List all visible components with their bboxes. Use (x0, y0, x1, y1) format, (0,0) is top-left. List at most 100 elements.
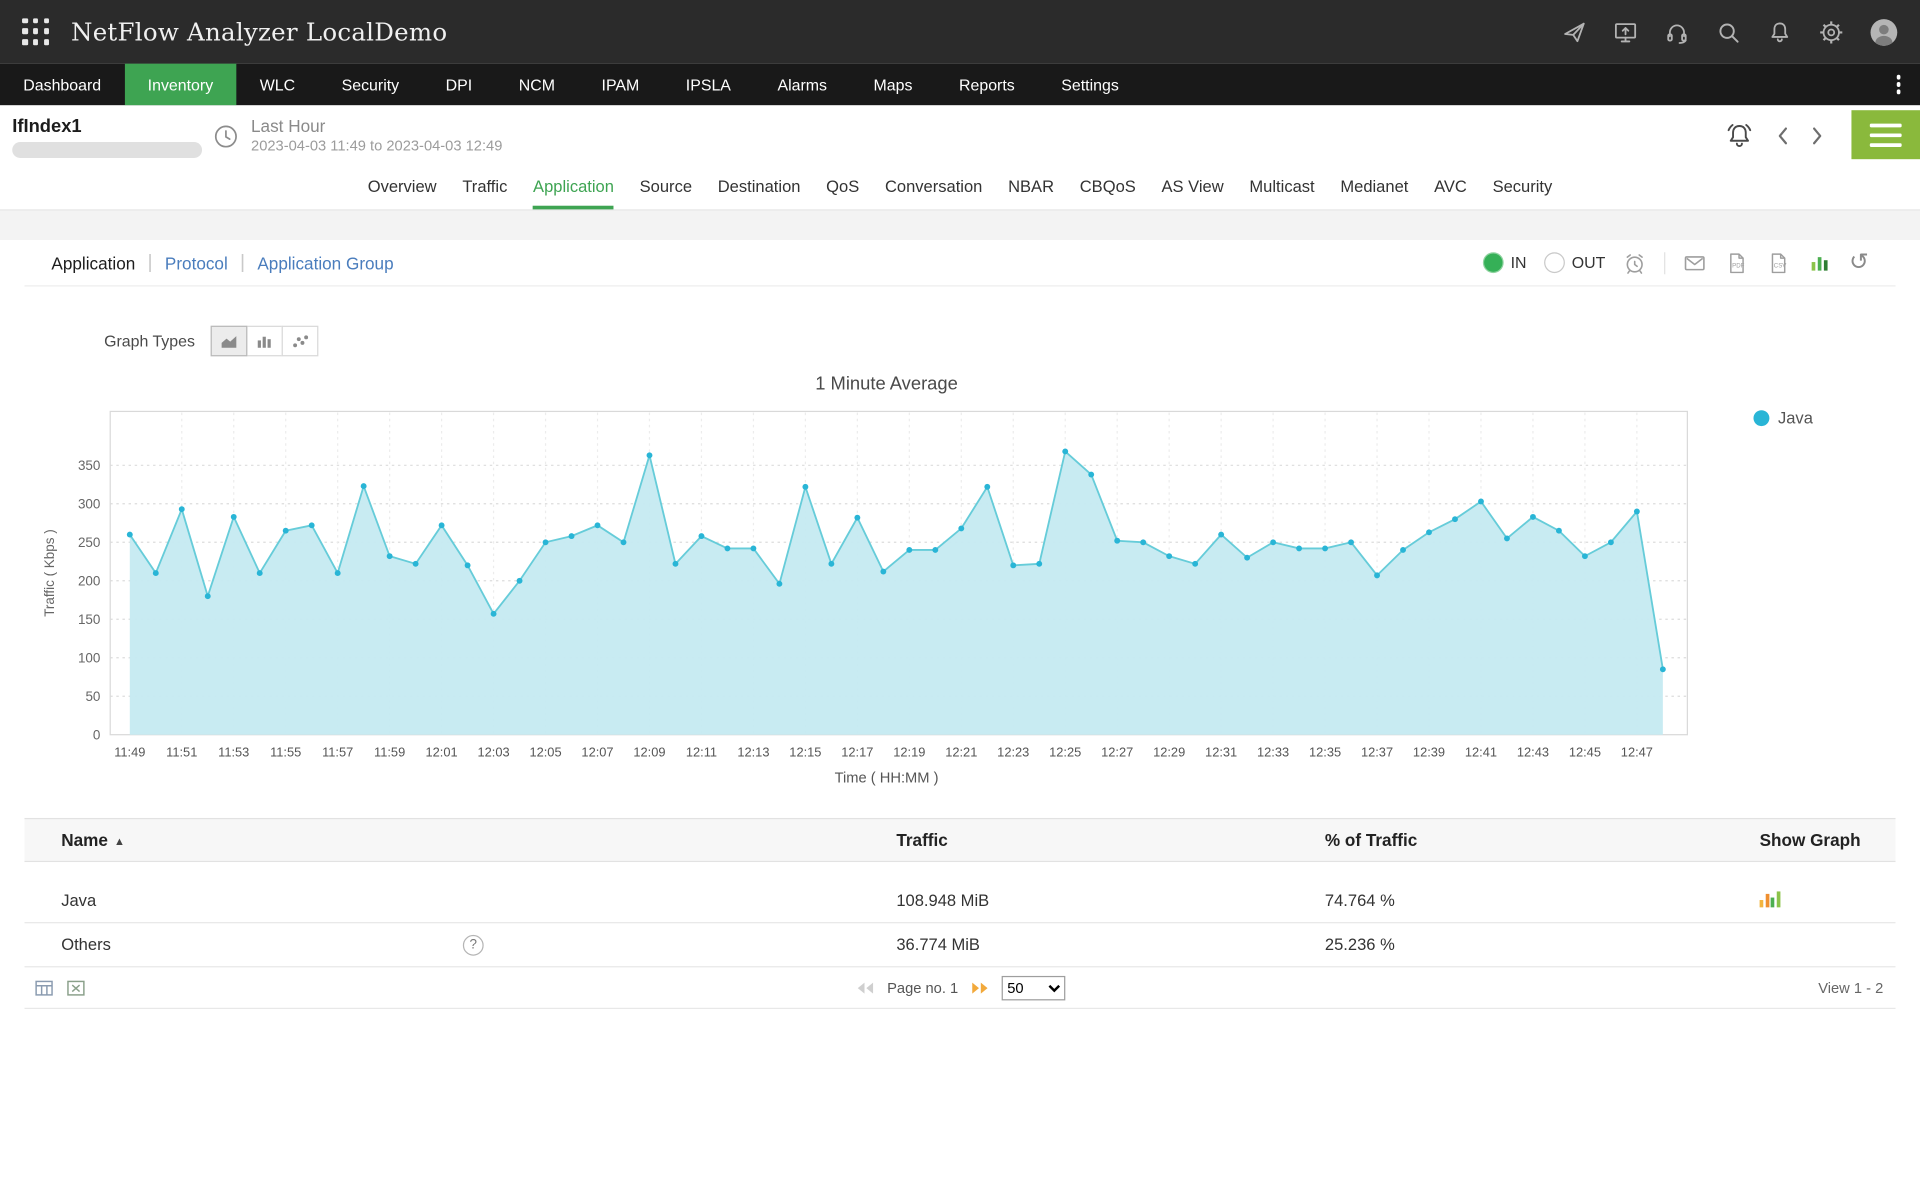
traffic-chart-svg[interactable]: 05010015020025030035011:4911:5111:5311:5… (37, 399, 1737, 766)
nav-item-security[interactable]: Security (318, 64, 422, 106)
data-point[interactable] (491, 611, 497, 617)
data-point[interactable] (750, 545, 756, 551)
data-point[interactable] (1036, 561, 1042, 567)
data-point[interactable] (257, 570, 263, 576)
present-screen-icon[interactable] (1613, 19, 1639, 45)
data-point[interactable] (465, 562, 471, 568)
data-point[interactable] (1348, 539, 1354, 545)
data-point[interactable] (880, 569, 886, 575)
data-point[interactable] (1322, 545, 1328, 551)
nav-item-alarms[interactable]: Alarms (754, 64, 850, 106)
tab-security[interactable]: Security (1493, 167, 1553, 210)
data-point[interactable] (1556, 528, 1562, 534)
direction-in-radio[interactable] (1482, 252, 1503, 273)
data-point[interactable] (127, 532, 133, 538)
apps-grid-icon[interactable] (22, 18, 50, 46)
launch-icon[interactable] (1561, 19, 1587, 45)
column-header-traffic[interactable]: Traffic (869, 830, 1298, 850)
data-point[interactable] (647, 452, 653, 458)
chart-view-icon[interactable] (1807, 250, 1831, 274)
data-point[interactable] (828, 561, 834, 567)
data-point[interactable] (205, 593, 211, 599)
data-point[interactable] (153, 570, 159, 576)
data-point[interactable] (335, 570, 341, 576)
data-point[interactable] (387, 553, 393, 559)
data-point[interactable] (517, 578, 523, 584)
data-point[interactable] (231, 514, 237, 520)
data-point[interactable] (724, 545, 730, 551)
tab-application[interactable]: Application (533, 167, 614, 210)
nav-overflow-menu-icon[interactable] (1877, 64, 1920, 106)
refresh-icon[interactable] (1849, 251, 1868, 274)
last-page-button[interactable] (969, 980, 990, 995)
nav-item-inventory[interactable]: Inventory (124, 64, 236, 106)
data-point[interactable] (1478, 499, 1484, 505)
tab-as-view[interactable]: AS View (1162, 167, 1224, 210)
nav-item-dashboard[interactable]: Dashboard (0, 64, 124, 106)
data-point[interactable] (179, 506, 185, 512)
data-point[interactable] (1582, 553, 1588, 559)
others-help-icon[interactable]: ? (463, 934, 484, 955)
user-avatar[interactable] (1870, 18, 1898, 46)
nav-item-ipam[interactable]: IPAM (578, 64, 662, 106)
nav-item-dpi[interactable]: DPI (422, 64, 495, 106)
data-point[interactable] (543, 539, 549, 545)
notifications-bell-icon[interactable] (1767, 19, 1793, 45)
data-point[interactable] (802, 484, 808, 490)
data-point[interactable] (1530, 514, 1536, 520)
data-point[interactable] (932, 547, 938, 553)
export-pdf-icon[interactable]: PDF (1724, 250, 1748, 274)
data-point[interactable] (1660, 666, 1666, 672)
nav-item-settings[interactable]: Settings (1038, 64, 1142, 106)
data-point[interactable] (595, 522, 601, 528)
data-point[interactable] (1426, 529, 1432, 535)
time-range[interactable]: Last Hour 2023-04-03 11:49 to 2023-04-03… (251, 116, 502, 156)
data-point[interactable] (673, 561, 679, 567)
graph-type-area-button[interactable] (211, 326, 248, 357)
tab-conversation[interactable]: Conversation (885, 167, 982, 210)
schedule-report-icon[interactable] (1623, 250, 1647, 274)
tab-qos[interactable]: QoS (826, 167, 859, 210)
data-point[interactable] (1088, 472, 1094, 478)
tab-overview[interactable]: Overview (368, 167, 437, 210)
direction-out-radio[interactable] (1544, 252, 1565, 273)
view-link-application-group[interactable]: Application Group (257, 253, 393, 273)
data-point[interactable] (413, 561, 419, 567)
tab-destination[interactable]: Destination (718, 167, 801, 210)
search-icon[interactable] (1716, 19, 1742, 45)
tab-multicast[interactable]: Multicast (1249, 167, 1314, 210)
first-page-button[interactable] (855, 980, 876, 995)
data-point[interactable] (361, 483, 367, 489)
data-point[interactable] (906, 547, 912, 553)
data-point[interactable] (1270, 539, 1276, 545)
column-header-percent[interactable]: % of Traffic (1298, 830, 1733, 850)
menu-button[interactable] (1851, 110, 1920, 159)
export-csv-icon[interactable]: CSV (1766, 250, 1790, 274)
data-point[interactable] (621, 539, 627, 545)
data-point[interactable] (1062, 449, 1068, 455)
settings-gear-icon[interactable] (1818, 19, 1844, 45)
data-point[interactable] (1374, 572, 1380, 578)
data-point[interactable] (1192, 561, 1198, 567)
tab-traffic[interactable]: Traffic (462, 167, 507, 210)
data-point[interactable] (1296, 545, 1302, 551)
data-point[interactable] (1452, 516, 1458, 522)
data-point[interactable] (569, 533, 575, 539)
graph-type-scatter-button[interactable] (282, 326, 319, 357)
data-point[interactable] (1218, 532, 1224, 538)
tab-cbqos[interactable]: CBQoS (1080, 167, 1136, 210)
data-point[interactable] (1634, 509, 1640, 515)
show-graph-icon[interactable] (1760, 891, 1780, 907)
tab-avc[interactable]: AVC (1434, 167, 1467, 210)
data-point[interactable] (1608, 539, 1614, 545)
graph-type-bar-button[interactable] (246, 326, 283, 357)
next-interface-icon[interactable] (1810, 125, 1825, 147)
email-report-icon[interactable] (1683, 250, 1707, 274)
chart-legend[interactable]: Java (1753, 409, 1812, 427)
data-point[interactable] (854, 515, 860, 521)
data-point[interactable] (1166, 553, 1172, 559)
view-link-protocol[interactable]: Protocol (165, 253, 228, 273)
nav-item-wlc[interactable]: WLC (236, 64, 318, 106)
data-point[interactable] (309, 522, 315, 528)
nav-item-ipsla[interactable]: IPSLA (663, 64, 755, 106)
